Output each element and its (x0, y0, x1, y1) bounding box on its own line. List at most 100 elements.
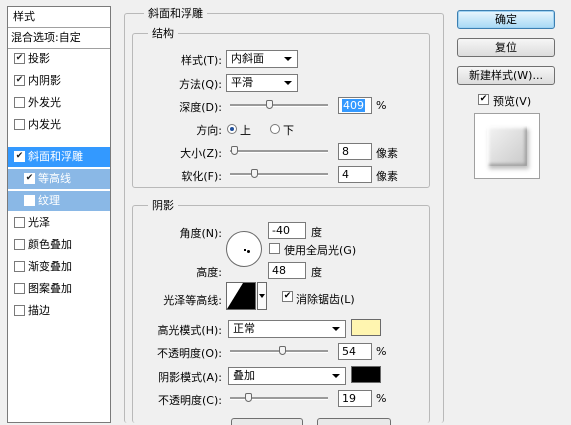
make-default-button[interactable] (231, 418, 303, 425)
style-item-gradient-overlay[interactable]: 渐变叠加 (8, 257, 110, 277)
shadow-mode-dropdown[interactable]: 叠加 (228, 367, 346, 385)
highlight-mode-value: 正常 (233, 322, 255, 335)
drop-shadow-checkbox[interactable]: ✔ (14, 52, 25, 64)
shadow-opacity-input[interactable]: 19 (338, 390, 372, 407)
inner-shadow-checkbox[interactable]: ✔ (14, 74, 25, 86)
gradient-overlay-checkbox[interactable] (14, 260, 25, 272)
altitude-input[interactable]: 48 (268, 262, 306, 279)
stroke-checkbox[interactable] (14, 304, 25, 316)
shading-title: 阴影 (148, 197, 178, 213)
direction-down-radio[interactable] (270, 124, 280, 134)
size-label: 大小(Z): (180, 147, 222, 160)
style-item-satin[interactable]: 光泽 (8, 213, 110, 233)
global-light-checkbox[interactable] (269, 243, 280, 254)
anti-aliased-checkbox[interactable]: ✔ (282, 291, 293, 302)
bevel-emboss-checkbox[interactable]: ✔ (14, 150, 25, 162)
blending-options-item[interactable]: 混合选项:自定 (8, 28, 110, 49)
angle-label: 角度(N): (179, 227, 222, 240)
styles-list: 样式 混合选项:自定 ✔ 投影 ✔ 内阴影 外发光 内发光 ✔ 斜面和浮雕 ✔ 等高线 … (7, 6, 111, 423)
anti-aliased-label: 消除锯齿(L) (296, 293, 355, 306)
style-item-color-overlay[interactable]: 颜色叠加 (8, 235, 110, 255)
size-slider-track (230, 150, 328, 153)
highlight-opacity-thumb[interactable] (278, 346, 286, 355)
highlight-color-swatch[interactable] (351, 319, 381, 336)
angle-input[interactable]: -40 (268, 222, 306, 239)
depth-slider-track (230, 104, 328, 107)
soften-label: 软化(F): (181, 170, 222, 183)
direction-down-label: 下 (283, 124, 294, 137)
depth-slider-thumb[interactable] (266, 100, 274, 109)
texture-checkbox[interactable] (24, 194, 35, 206)
highlight-opacity-slider[interactable] (230, 346, 328, 356)
shadow-color-swatch[interactable] (351, 366, 381, 383)
size-slider-thumb[interactable] (230, 146, 238, 155)
style-item-drop-shadow[interactable]: ✔ 投影 (8, 49, 110, 69)
soften-slider[interactable] (230, 169, 328, 179)
altitude-unit: 度 (311, 266, 322, 279)
style-label: 样式(T): (180, 54, 222, 67)
soften-input[interactable]: 4 (338, 166, 372, 183)
depth-input[interactable]: 409 (338, 97, 372, 114)
angle-dial-center (244, 249, 246, 251)
new-style-button[interactable]: 新建样式(W)... (457, 66, 555, 85)
size-input[interactable]: 8 (338, 143, 372, 160)
soften-unit: 像素 (376, 170, 398, 183)
highlight-opacity-input[interactable]: 54 (338, 343, 372, 360)
preview-checkbox[interactable]: ✔ (478, 94, 489, 105)
technique-value: 平滑 (231, 76, 253, 89)
style-item-outer-glow[interactable]: 外发光 (8, 93, 110, 113)
color-overlay-checkbox[interactable] (14, 238, 25, 250)
satin-checkbox[interactable] (14, 216, 25, 228)
soften-slider-track (230, 173, 328, 176)
reset-to-default-button[interactable] (317, 418, 391, 425)
preview-swatch (487, 126, 527, 166)
angle-dial[interactable] (226, 231, 262, 267)
technique-dropdown[interactable]: 平滑 (226, 74, 298, 92)
style-item-bevel-emboss[interactable]: ✔ 斜面和浮雕 (8, 147, 110, 167)
gloss-contour-dropdown-button[interactable] (257, 282, 267, 310)
outer-glow-checkbox[interactable] (14, 96, 25, 108)
bevel-emboss-title: 斜面和浮雕 (144, 5, 207, 21)
direction-up-radio[interactable] (227, 124, 237, 134)
shadow-opacity-unit: % (376, 392, 387, 405)
preview-label: 预览(V) (493, 95, 532, 108)
chevron-down-icon (259, 294, 265, 298)
chevron-down-icon (284, 57, 292, 61)
soften-slider-thumb[interactable] (250, 169, 258, 178)
direction-label: 方向: (196, 124, 222, 137)
bevel-style-dropdown[interactable]: 内斜面 (226, 50, 298, 68)
chevron-down-icon (332, 327, 340, 331)
highlight-opacity-label: 不透明度(O): (157, 347, 222, 360)
style-item-stroke[interactable]: 描边 (8, 301, 110, 321)
reset-button[interactable]: 复位 (457, 38, 555, 57)
highlight-opacity-unit: % (376, 345, 387, 358)
gloss-contour-curve-icon (227, 283, 255, 309)
shadow-opacity-slider[interactable] (230, 393, 328, 403)
direction-up-label: 上 (240, 124, 251, 137)
highlight-mode-dropdown[interactable]: 正常 (228, 320, 346, 338)
gloss-contour-picker[interactable] (226, 282, 256, 310)
structure-title: 结构 (148, 25, 178, 41)
style-item-inner-shadow[interactable]: ✔ 内阴影 (8, 71, 110, 91)
shadow-opacity-thumb[interactable] (244, 393, 252, 402)
inner-glow-checkbox[interactable] (14, 118, 25, 130)
depth-value: 409 (342, 99, 365, 112)
chevron-down-icon (284, 81, 292, 85)
ok-button[interactable]: 确定 (457, 10, 555, 29)
style-item-texture[interactable]: 纹理 (8, 191, 110, 211)
highlight-mode-label: 高光模式(H): (157, 324, 222, 337)
depth-slider[interactable] (230, 100, 328, 110)
style-item-inner-glow[interactable]: 内发光 (8, 115, 110, 135)
styles-header[interactable]: 样式 (8, 7, 110, 28)
chevron-down-icon (332, 374, 340, 378)
size-slider[interactable] (230, 146, 328, 156)
technique-label: 方法(Q): (179, 78, 222, 91)
angle-dial-pointer (247, 250, 250, 253)
contour-checkbox[interactable]: ✔ (24, 172, 35, 184)
size-unit: 像素 (376, 147, 398, 160)
style-item-contour[interactable]: ✔ 等高线 (8, 169, 110, 189)
style-item-pattern-overlay[interactable]: 图案叠加 (8, 279, 110, 299)
pattern-overlay-checkbox[interactable] (14, 282, 25, 294)
depth-unit: % (376, 99, 387, 112)
shadow-mode-value: 叠加 (233, 369, 255, 382)
